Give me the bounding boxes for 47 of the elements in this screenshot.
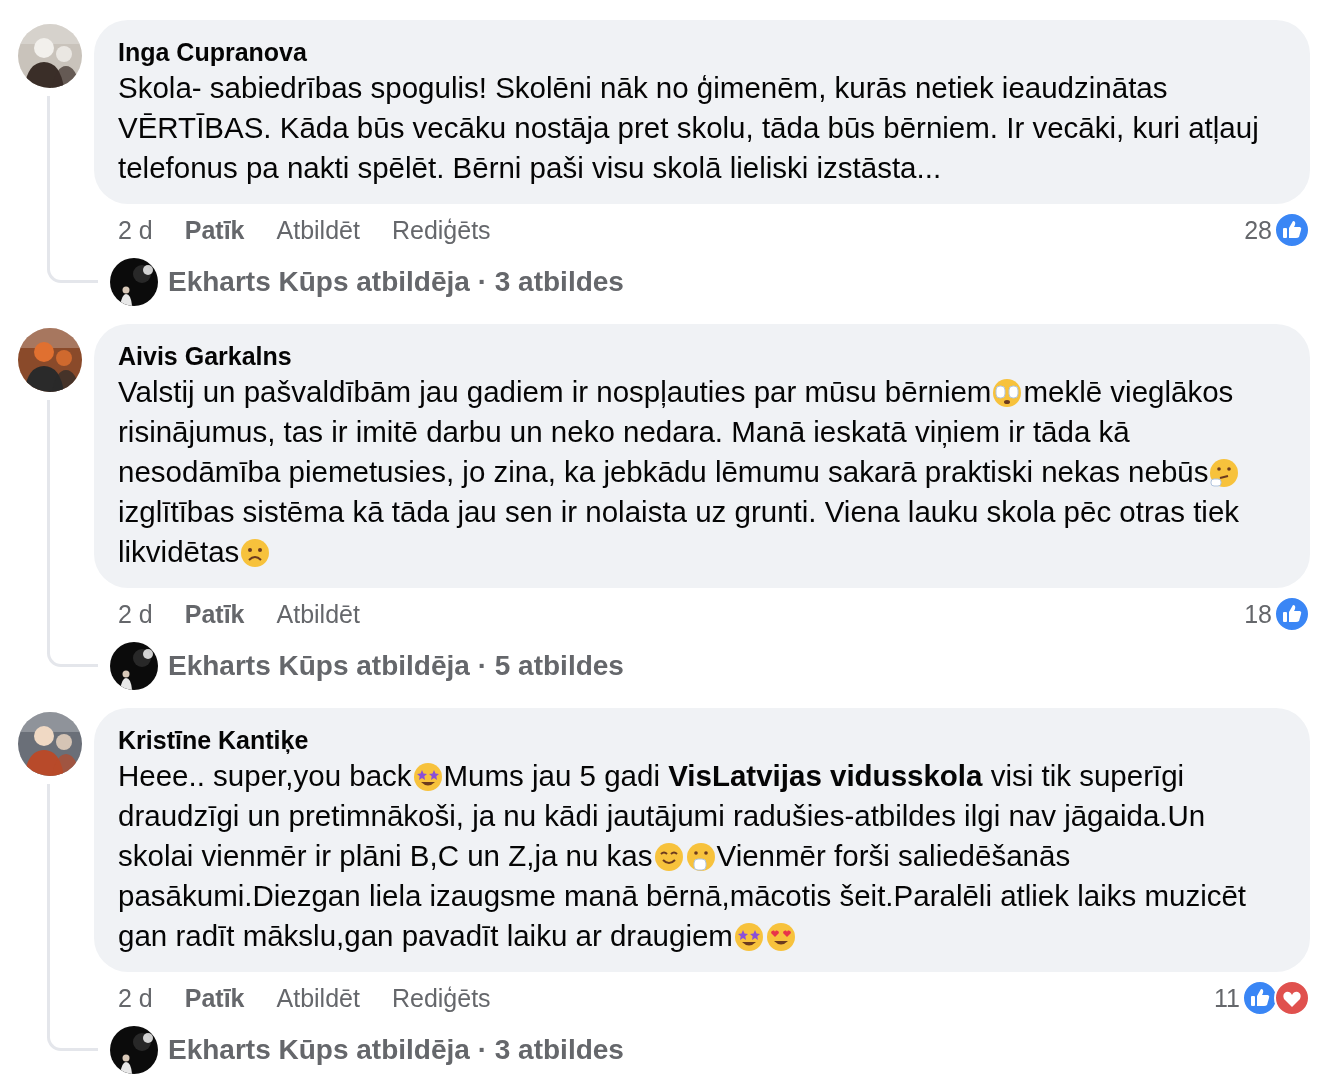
- comment-text: izglītības sistēma kā tāda jau sen ir nolaista uz grunti. Viena lauku skola pēc otras tiek: [118, 495, 1240, 528]
- reply-link[interactable]: Atbildēt: [276, 215, 360, 245]
- comment-text: skolai vienmēr ir plāni B,C un Z,ja nu kas: [118, 839, 653, 872]
- reaction-count[interactable]: 11: [1214, 983, 1240, 1013]
- like-link[interactable]: Patīk: [184, 983, 245, 1013]
- comment-text: gan radīt mākslu,gan pavadīt laiku ar draugiem: [118, 919, 733, 952]
- comment-text: draudzīgi un pretimnākoši, ja nu kādi jautājumi radušies-atbildes ilgi nav jāgaida.Un: [118, 799, 1206, 832]
- hand-over-mouth-icon: [684, 841, 717, 873]
- comment-text: telefonus pa nakti spēlēt. Bērni paši visu skolā lieliski izstāsta...: [118, 151, 942, 184]
- edited-label[interactable]: Rediģēts: [391, 983, 491, 1013]
- comment-text: nesodāmība piemetusies, jo zina, ka jebkādu lēmumu sakarā praktiski nekas nebūs: [118, 455, 1209, 488]
- reaction-count[interactable]: 28: [1244, 215, 1272, 245]
- comment-text: Mums jau 5 gadi VisLatvijas vidusskola visi tik superīgi: [443, 759, 1185, 792]
- view-replies-link[interactable]: Ekharts Kūps atbildēja · 5 atbildes: [168, 650, 624, 682]
- like-link[interactable]: Patīk: [184, 599, 245, 629]
- comment-text: Skola- sabiedrības spogulis! Skolēni nāk no ģimenēm, kurās netiek ieaudzinātas: [118, 71, 1168, 104]
- comment-text: VĒRTĪBAS. Kāda būs vecāku nostāja pret skolu, tāda būs bērniem. Ir vecāki, kuri atļauj: [118, 111, 1259, 144]
- timestamp[interactable]: 2 d: [118, 215, 153, 245]
- comment-text: Heee.. super,you back: [118, 759, 412, 792]
- comment-text: likvidētas: [118, 535, 240, 568]
- thumbs-up-icon: [1274, 596, 1310, 632]
- reply-link[interactable]: Atbildēt: [276, 983, 360, 1013]
- comment-text: Valstij un pašvaldībām jau gadiem ir nospļauties par mūsu bērniem: [118, 375, 992, 408]
- thumbs-up-icon: [1274, 212, 1310, 248]
- thumbs-up-icon: [1242, 980, 1278, 1016]
- comment-text: pasākumi.Diezgan liela izaugsme manā bērnā,mācotis šeit.Paralēli atliek laiks muzicēt: [118, 879, 1247, 912]
- author-name[interactable]: Inga Cupranova: [118, 38, 1286, 66]
- star-eyes-icon: [411, 761, 444, 793]
- hands-over-eyes-icon: [991, 377, 1024, 409]
- smiling-face-icon: [652, 841, 685, 873]
- like-link[interactable]: Patīk: [184, 215, 245, 245]
- timestamp[interactable]: 2 d: [118, 599, 153, 629]
- view-replies-link[interactable]: Ekharts Kūps atbildēja · 3 atbildes: [168, 1034, 624, 1066]
- comment-text: Vienmēr forši saliedēšanās: [716, 839, 1071, 872]
- comment-text: meklē vieglākos: [1023, 375, 1234, 408]
- comment-text: risinājumus, tas ir imitē darbu un neko nedara. Manā ieskatā viņiem ir tāda kā: [118, 415, 1130, 448]
- reaction-count[interactable]: 18: [1244, 599, 1272, 629]
- heart-eyes-icon: [764, 921, 797, 953]
- view-replies-link[interactable]: Ekharts Kūps atbildēja · 3 atbildes: [168, 266, 624, 298]
- author-name[interactable]: Aivis Garkalns: [118, 342, 1286, 370]
- edited-label[interactable]: Rediģēts: [391, 215, 491, 245]
- thinking-face-icon: [1208, 457, 1241, 489]
- reply-link[interactable]: Atbildēt: [276, 599, 360, 629]
- timestamp[interactable]: 2 d: [118, 983, 153, 1013]
- author-name[interactable]: Kristīne Kantiķe: [118, 726, 1286, 754]
- star-eyes-icon: [732, 921, 765, 953]
- sad-face-icon: [239, 537, 272, 569]
